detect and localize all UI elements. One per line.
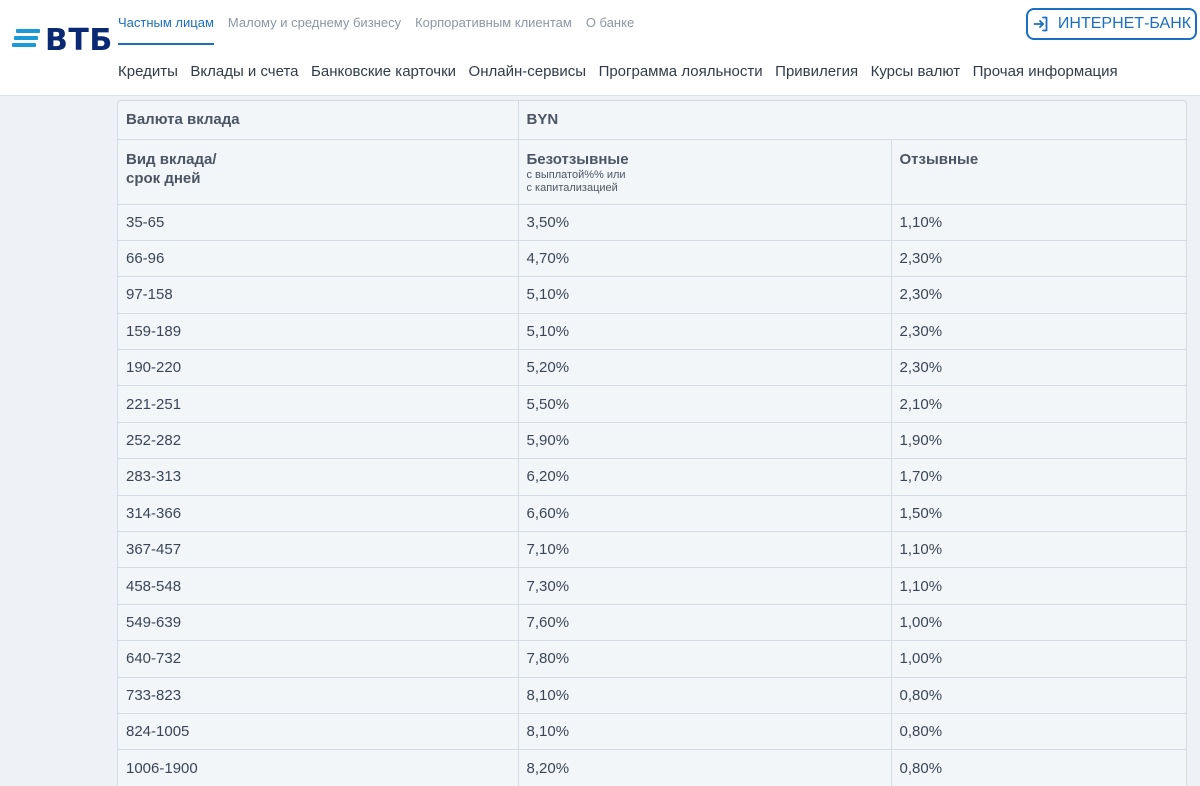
table-row: 221-251 5,50% 2,10% — [118, 385, 1186, 423]
term-cell: 159-189 — [118, 313, 519, 351]
revocable-rate-cell: 1,70% — [891, 458, 1186, 496]
irrevocable-rate-cell: 5,90% — [518, 422, 892, 460]
table-row: 824-1005 8,10% 0,80% — [118, 713, 1186, 751]
term-cell: 221-251 — [118, 385, 519, 423]
revocable-rate-cell: 1,00% — [891, 604, 1186, 642]
logo-text: ВТБ — [45, 22, 113, 58]
revocable-rate-cell: 1,00% — [891, 640, 1186, 678]
deposit-type-header: Вид вклада/ срок дней — [118, 139, 519, 205]
table-row: 367-457 7,10% 1,10% — [118, 531, 1186, 569]
revocable-rate-cell: 2,30% — [891, 240, 1186, 278]
column-header-row: Вид вклада/ срок дней Безотзывные с выпл… — [118, 139, 1186, 205]
revocable-rate-cell: 2,30% — [891, 276, 1186, 314]
irrevocable-rate-cell: 7,30% — [518, 567, 892, 605]
revocable-rate-cell: 1,50% — [891, 495, 1186, 533]
table-row: 159-189 5,10% 2,30% — [118, 313, 1186, 351]
top-nav-about[interactable]: О банке — [586, 0, 634, 45]
sub-nav-deposits[interactable]: Вклады и счета — [190, 63, 298, 80]
top-nav-corporate[interactable]: Корпоративным клиентам — [415, 0, 572, 45]
sub-nav-credits[interactable]: Кредиты — [118, 63, 178, 80]
term-cell: 1006-1900 — [118, 749, 519, 786]
irrevocable-rate-cell: 5,10% — [518, 313, 892, 351]
revocable-rate-cell: 2,30% — [891, 313, 1186, 351]
irrevocable-note-line2: с капитализацией — [526, 181, 618, 194]
table-row: 252-282 5,90% 1,90% — [118, 422, 1186, 460]
deposit-type-line1: Вид вклада/ — [126, 150, 217, 168]
irrevocable-rate-cell: 6,20% — [518, 458, 892, 496]
term-cell: 367-457 — [118, 531, 519, 569]
term-cell: 549-639 — [118, 604, 519, 642]
term-cell: 283-313 — [118, 458, 519, 496]
term-cell: 733-823 — [118, 677, 519, 714]
deposit-rates-table: Валюта вклада BYN Вид вклада/ срок дней … — [117, 100, 1187, 786]
table-row: 733-823 8,10% 0,80% — [118, 677, 1186, 714]
table-row: 66-96 4,70% 2,30% — [118, 240, 1186, 278]
top-nav-private[interactable]: Частным лицам — [118, 0, 214, 45]
irrevocable-note-line1: с выплатой%% или — [526, 168, 626, 181]
term-cell: 66-96 — [118, 240, 519, 278]
term-cell: 35-65 — [118, 204, 519, 241]
table-row: 97-158 5,10% 2,30% — [118, 276, 1186, 314]
revocable-rate-cell: 1,90% — [891, 422, 1186, 460]
sub-nav-loyalty[interactable]: Программа лояльности — [599, 63, 763, 80]
table-row: 314-366 6,60% 1,50% — [118, 495, 1186, 533]
logo-stripes-icon — [12, 29, 40, 47]
deposit-type-line2: срок дней — [126, 169, 201, 187]
irrevocable-rate-cell: 7,80% — [518, 640, 892, 678]
revocable-rate-cell: 2,10% — [891, 385, 1186, 423]
revocable-rate-cell: 0,80% — [891, 713, 1186, 751]
top-nav: Частным лицам Малому и среднему бизнесу … — [118, 0, 648, 45]
table-row: 640-732 7,80% 1,00% — [118, 640, 1186, 678]
irrevocable-rate-cell: 5,20% — [518, 349, 892, 387]
internet-bank-button[interactable]: ИНТЕРНЕТ-БАНК — [1026, 8, 1197, 40]
revocable-rate-cell: 1,10% — [891, 204, 1186, 241]
term-cell: 458-548 — [118, 567, 519, 605]
term-cell: 640-732 — [118, 640, 519, 678]
term-cell: 824-1005 — [118, 713, 519, 751]
term-cell: 314-366 — [118, 495, 519, 533]
irrevocable-rate-cell: 8,10% — [518, 713, 892, 751]
sub-nav: Кредиты Вклады и счета Банковские карточ… — [118, 56, 1130, 86]
table-row: 458-548 7,30% 1,10% — [118, 567, 1186, 605]
irrevocable-rate-cell: 4,70% — [518, 240, 892, 278]
table-row: 190-220 5,20% 2,30% — [118, 349, 1186, 387]
irrevocable-rate-cell: 5,50% — [518, 385, 892, 423]
internet-bank-label: ИНТЕРНЕТ-БАНК — [1057, 15, 1192, 32]
revocable-rate-cell: 0,80% — [891, 677, 1186, 714]
top-nav-small-business[interactable]: Малому и среднему бизнесу — [228, 0, 401, 45]
revocable-rate-cell: 1,10% — [891, 531, 1186, 569]
term-cell: 97-158 — [118, 276, 519, 314]
irrevocable-title: Безотзывные — [526, 150, 629, 168]
vtb-logo[interactable]: ВТБ — [12, 22, 113, 58]
login-icon — [1033, 16, 1048, 32]
table-row: 283-313 6,20% 1,70% — [118, 458, 1186, 496]
irrevocable-rate-cell: 6,60% — [518, 495, 892, 533]
term-cell: 190-220 — [118, 349, 519, 387]
sub-nav-other-info[interactable]: Прочая информация — [973, 63, 1118, 80]
currency-header-row: Валюта вклада BYN — [118, 101, 1186, 140]
irrevocable-rate-cell: 7,10% — [518, 531, 892, 569]
irrevocable-rate-cell: 7,60% — [518, 604, 892, 642]
irrevocable-rate-cell: 8,10% — [518, 677, 892, 714]
sub-nav-privilege[interactable]: Привилегия — [775, 63, 858, 80]
sub-nav-exchange-rates[interactable]: Курсы валют — [871, 63, 961, 80]
irrevocable-rate-cell: 3,50% — [518, 204, 892, 241]
revocable-rate-cell: 1,10% — [891, 567, 1186, 605]
revocable-header: Отзывные — [891, 139, 1186, 205]
term-cell: 252-282 — [118, 422, 519, 460]
site-header: ВТБ Частным лицам Малому и среднему бизн… — [0, 0, 1200, 96]
sub-nav-cards[interactable]: Банковские карточки — [311, 63, 456, 80]
table-row: 549-639 7,60% 1,00% — [118, 604, 1186, 642]
table-row: 1006-1900 8,20% 0,80% — [118, 749, 1186, 786]
irrevocable-rate-cell: 8,20% — [518, 749, 892, 786]
sub-nav-online-services[interactable]: Онлайн-сервисы — [469, 63, 587, 80]
irrevocable-rate-cell: 5,10% — [518, 276, 892, 314]
table-row: 35-65 3,50% 1,10% — [118, 204, 1186, 241]
revocable-rate-cell: 2,30% — [891, 349, 1186, 387]
irrevocable-header: Безотзывные с выплатой%% или с капитализ… — [518, 139, 892, 205]
currency-label: Валюта вклада — [118, 101, 519, 140]
currency-value: BYN — [518, 101, 1186, 140]
revocable-rate-cell: 0,80% — [891, 749, 1186, 786]
